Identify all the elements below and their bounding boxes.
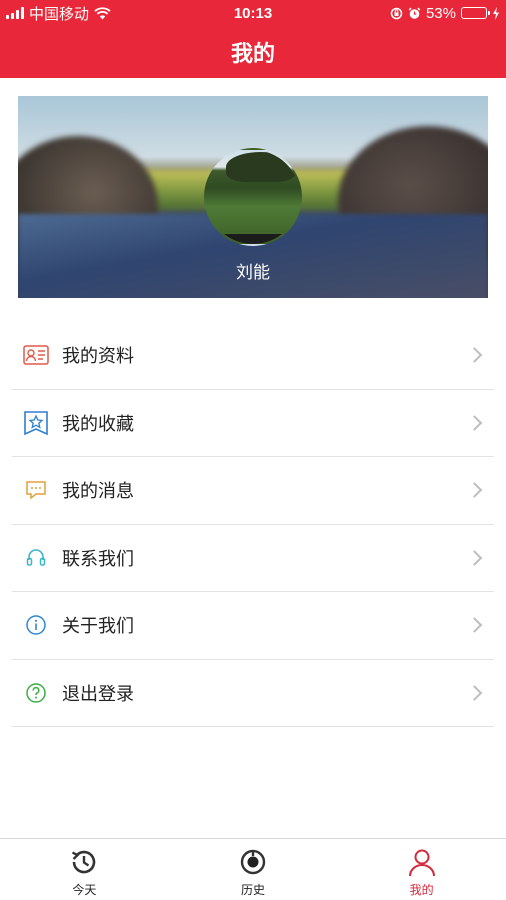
chevron-right-icon [466, 482, 483, 499]
info-icon [22, 611, 50, 639]
menu-item-label: 退出登录 [62, 683, 134, 704]
battery-icon [461, 7, 490, 19]
tab-mine[interactable]: 我的 [337, 839, 506, 900]
wifi-icon [94, 6, 111, 19]
avatar-tree [226, 152, 296, 182]
signal-icon [6, 7, 24, 19]
headset-icon [22, 544, 50, 572]
orientation-lock-icon [390, 7, 403, 19]
person-icon [408, 849, 435, 877]
settings-menu: 我的资料 我的收藏 我的消息 联系我们 关于我们 退出登录 [12, 322, 494, 727]
tab-bar: 今天 历史 我的 [0, 838, 506, 900]
menu-item-label: 我的收藏 [62, 413, 134, 434]
tab-label: 今天 [72, 883, 97, 897]
chevron-right-icon [466, 684, 483, 701]
history-clock-icon [72, 850, 96, 874]
favorite-star-icon [22, 409, 50, 437]
menu-item-logout[interactable]: 退出登录 [12, 660, 494, 727]
menu-item-about[interactable]: 关于我们 [12, 592, 494, 660]
menu-item-favorites[interactable]: 我的收藏 [12, 390, 494, 457]
status-bar: 中国移动 10:13 53% [0, 0, 506, 26]
tab-history[interactable]: 历史 [169, 839, 338, 900]
avatar-ground [206, 234, 300, 244]
help-circle-icon [22, 679, 50, 707]
menu-item-profile[interactable]: 我的资料 [12, 322, 494, 390]
menu-item-messages[interactable]: 我的消息 [12, 457, 494, 525]
charging-icon [493, 6, 499, 20]
menu-item-label: 我的消息 [62, 481, 134, 502]
username: 刘能 [236, 263, 270, 282]
message-icon [22, 476, 50, 504]
carrier-name: 中国移动 [29, 5, 90, 23]
chevron-right-icon [466, 347, 483, 364]
chevron-right-icon [466, 549, 483, 566]
menu-item-contact[interactable]: 联系我们 [12, 525, 494, 592]
header-bar: 我的 [0, 26, 506, 78]
menu-item-label: 我的资料 [62, 346, 134, 367]
alarm-icon [408, 7, 421, 19]
battery-percent: 53% [425, 4, 456, 22]
menu-item-label: 关于我们 [62, 616, 134, 637]
page-title: 我的 [230, 41, 275, 66]
profile-card-icon [22, 341, 50, 369]
tab-label: 历史 [241, 883, 266, 897]
record-icon [240, 849, 266, 875]
chevron-right-icon [466, 414, 483, 431]
chevron-right-icon [466, 617, 483, 634]
tab-label: 我的 [409, 883, 434, 897]
avatar[interactable] [204, 148, 302, 246]
menu-item-label: 联系我们 [62, 548, 134, 569]
tab-today[interactable]: 今天 [0, 839, 169, 900]
